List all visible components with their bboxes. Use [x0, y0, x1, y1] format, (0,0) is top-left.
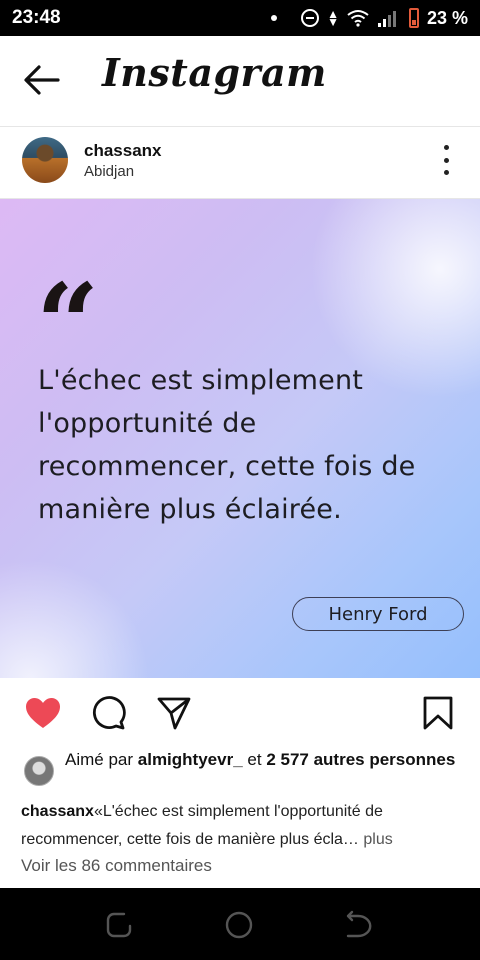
post-caption: chassanx«L'échec est simplement l'opport…: [21, 798, 461, 854]
app-header: Instagram: [0, 36, 480, 126]
likes-joiner: et: [247, 750, 262, 769]
post-actions: [0, 678, 480, 746]
more-options-icon[interactable]: [436, 145, 456, 175]
status-icons: ▲ ▼ 23 %: [271, 8, 468, 29]
share-icon[interactable]: [156, 695, 192, 731]
likes-prefix: Aimé par: [65, 750, 134, 769]
quote-author: Henry Ford: [292, 597, 464, 631]
post-image[interactable]: “ L'échec est simplement l'opportunité d…: [0, 198, 480, 678]
caption-more-link[interactable]: plus: [363, 831, 392, 848]
caption-username[interactable]: chassanx: [21, 803, 94, 820]
battery-icon: [408, 8, 419, 28]
status-time: 23:48: [12, 7, 61, 28]
nav-back-icon[interactable]: [104, 910, 134, 940]
view-comments-link[interactable]: Voir les 86 commentaires: [21, 856, 212, 876]
bookmark-icon[interactable]: [422, 695, 454, 731]
liker-avatar: [24, 756, 54, 786]
likes-count[interactable]: 2 577 autres personnes: [266, 750, 455, 769]
battery-percent: 23 %: [426, 7, 468, 28]
likes-user[interactable]: almightyevr_: [138, 750, 243, 769]
system-nav-bar: [0, 888, 480, 960]
instagram-logo: Instagram: [102, 50, 327, 95]
data-arrows-icon: ▲ ▼: [327, 7, 339, 29]
avatar[interactable]: [22, 137, 68, 183]
nav-recents-icon[interactable]: [344, 910, 374, 940]
comment-icon[interactable]: [90, 695, 126, 731]
arrow-left-icon[interactable]: [22, 62, 62, 98]
heart-icon[interactable]: [24, 696, 62, 730]
status-bar: 23:48 ▲ ▼ 23 %: [0, 0, 480, 36]
likes-summary[interactable]: Aimé par almightyevr_ et 2 577 autres pe…: [22, 746, 462, 798]
signal-icon: [377, 11, 396, 27]
notification-dot-icon: [271, 15, 278, 21]
nav-home-icon[interactable]: [224, 910, 254, 940]
post-header: chassanx Abidjan: [0, 126, 480, 198]
decorative-glow: [0, 559, 150, 678]
quote-text: L'échec est simplement l'opportunité de …: [38, 365, 416, 525]
dnd-icon: [301, 9, 320, 27]
post-location[interactable]: Abidjan: [84, 163, 134, 180]
likes-text: Aimé par almightyevr_ et 2 577 autres pe…: [65, 748, 460, 771]
wifi-icon: [347, 10, 369, 27]
post-username[interactable]: chassanx: [84, 141, 162, 161]
